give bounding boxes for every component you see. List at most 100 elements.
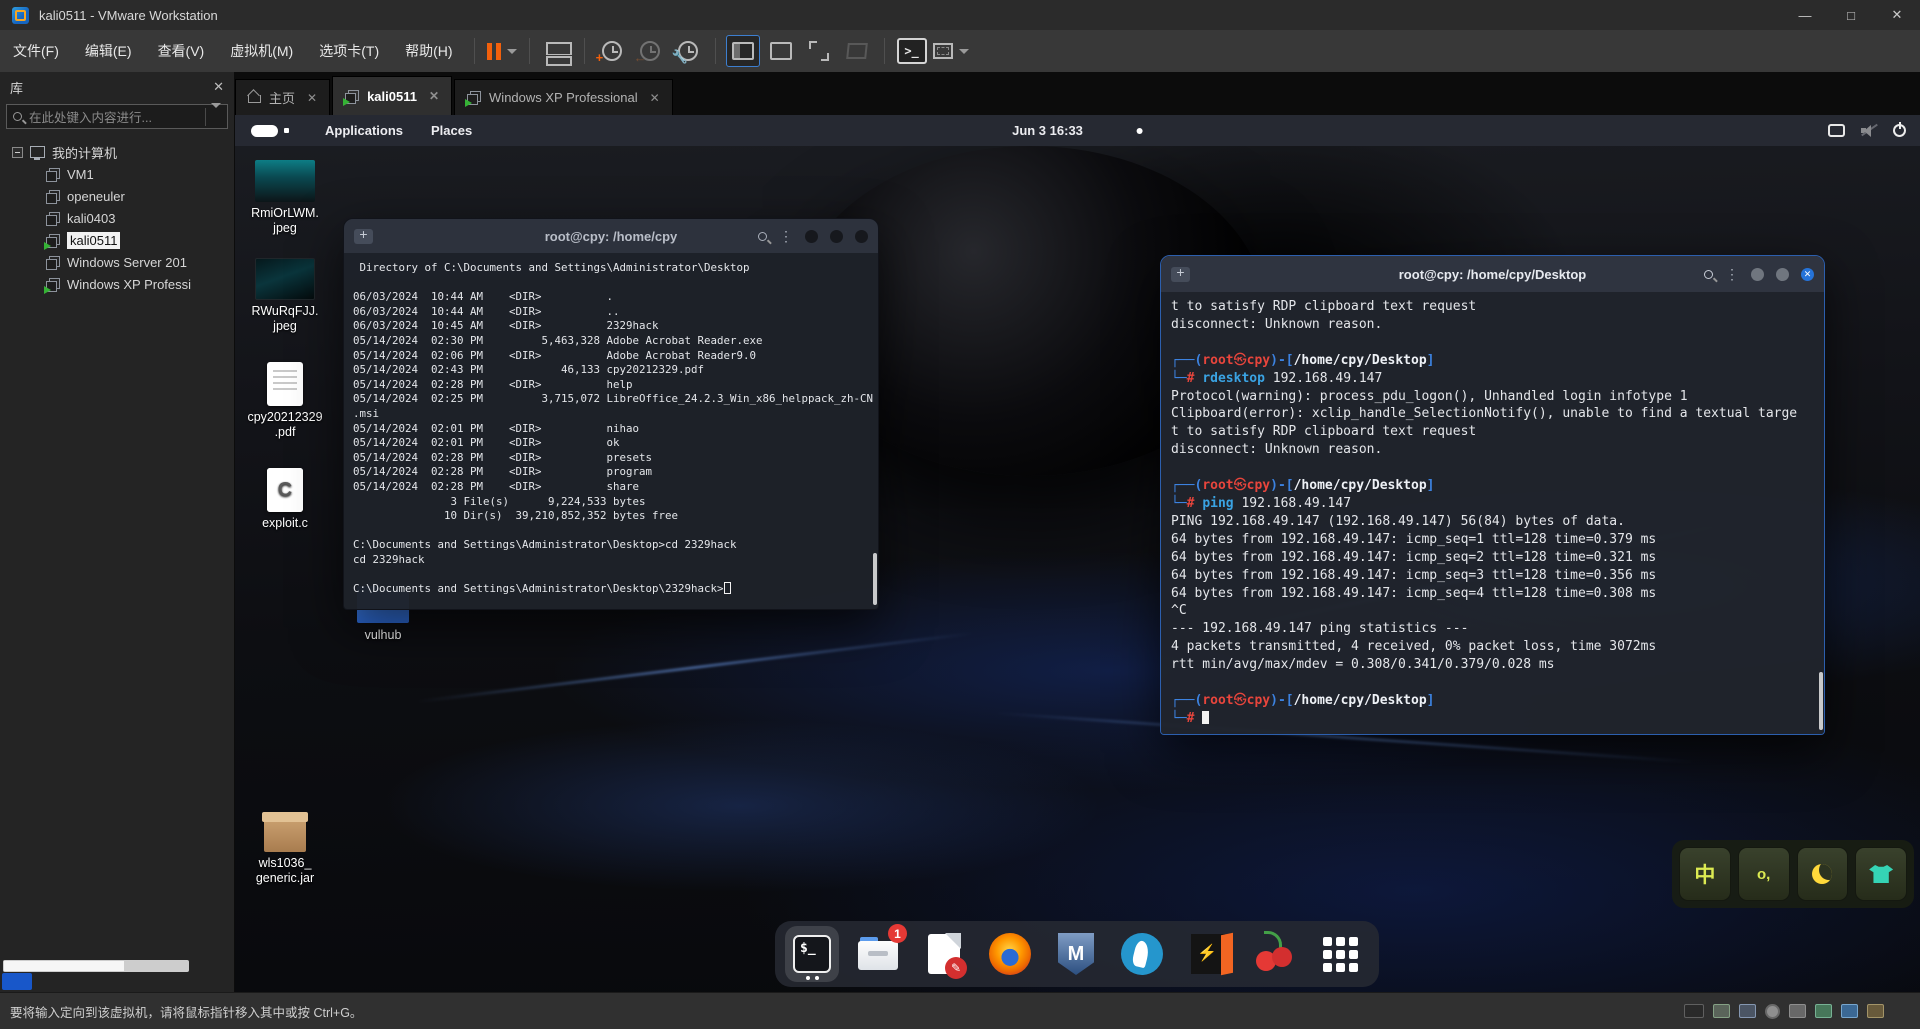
fit-guest-button[interactable] — [932, 35, 969, 67]
desktop-icon-rmiorlwm-jpeg[interactable]: RmiOrLWM. jpeg — [239, 160, 331, 236]
tree-node-my-computer[interactable]: 我的计算机 — [0, 141, 234, 163]
menu-tabs[interactable]: 选项卡(T) — [306, 30, 392, 72]
terminal-window-desktop[interactable]: root@cpy: /home/cpy/Desktop ⋮ ✕ t to sat… — [1160, 255, 1825, 735]
search-icon[interactable] — [1704, 269, 1713, 279]
desktop-icon-wls-jar[interactable]: wls1036_ generic.jar — [239, 812, 331, 886]
vm-display[interactable]: Applications Places Jun 3 16:33 RmiOrLWM… — [235, 115, 1920, 992]
tab-home[interactable]: 主页 ✕ — [235, 79, 331, 115]
applications-menu[interactable]: Applications — [311, 115, 417, 146]
scrollbar[interactable] — [873, 553, 877, 605]
tab-kali0511[interactable]: kali0511 ✕ — [332, 76, 453, 115]
dock-terminal[interactable]: $_ — [785, 926, 839, 982]
power-icon[interactable] — [1893, 122, 1906, 137]
play-icon — [465, 99, 473, 107]
tree-node-windows-xp[interactable]: Windows XP Professi — [0, 273, 234, 295]
clock-menu[interactable]: Jun 3 16:33 — [1012, 115, 1143, 146]
new-tab-icon[interactable] — [354, 226, 373, 244]
network-icon[interactable] — [1841, 1004, 1858, 1018]
dock-metasploit[interactable]: M — [1049, 926, 1103, 982]
kali-desktop[interactable]: RmiOrLWM. jpeg RWuRqFJJ. jpeg cpy2021232… — [235, 146, 1920, 992]
terminal-output[interactable]: t to satisfy RDP clipboard text request d… — [1161, 292, 1824, 734]
maximize-button[interactable] — [1776, 267, 1789, 281]
tab-windows-xp[interactable]: Windows XP Professional ✕ — [454, 79, 673, 115]
places-menu[interactable]: Places — [417, 115, 486, 146]
fullscreen-icon — [808, 41, 829, 61]
dock-app-grid[interactable] — [1313, 926, 1367, 982]
show-console-view-button[interactable] — [764, 35, 798, 67]
usb-icon[interactable] — [1815, 1004, 1832, 1018]
dock-cherrytree[interactable] — [1247, 926, 1301, 982]
fullscreen-button[interactable] — [802, 35, 836, 67]
close-icon[interactable]: ✕ — [429, 89, 439, 103]
ime-indicator-chip[interactable] — [2, 973, 32, 990]
desktop-icon-rwurqfjj-jpeg[interactable]: RWuRqFJJ. jpeg — [239, 258, 331, 334]
close-icon[interactable]: ✕ — [213, 79, 224, 95]
tree-node-vm1[interactable]: VM1 — [0, 163, 234, 185]
play-icon — [343, 97, 351, 106]
close-icon[interactable]: ✕ — [650, 91, 660, 105]
close-button[interactable]: ✕ — [1874, 0, 1920, 30]
tree-node-kali0403[interactable]: kali0403 — [0, 207, 234, 229]
show-library-button[interactable] — [725, 35, 760, 67]
toolbar-separator — [883, 38, 885, 64]
sound-icon[interactable] — [1867, 1004, 1884, 1018]
menu-kebab-icon[interactable]: ⋮ — [1725, 266, 1739, 283]
dock-burpsuite[interactable] — [1181, 926, 1235, 982]
close-button[interactable]: ✕ — [1801, 267, 1814, 281]
open-terminal-button[interactable]: >_ — [895, 35, 929, 67]
sidebar-horizontal-scrollbar[interactable] — [3, 960, 189, 972]
take-snapshot-button[interactable]: + — [595, 35, 629, 67]
menu-view[interactable]: 查看(V) — [145, 30, 218, 72]
manage-snapshots-button[interactable]: 🔧 — [671, 35, 705, 67]
search-icon[interactable] — [758, 231, 767, 241]
terminal-window-home[interactable]: root@cpy: /home/cpy ⋮ Directory of C:\Do… — [343, 218, 879, 610]
minimize-button[interactable] — [805, 229, 818, 243]
cdrom-icon[interactable] — [1765, 1003, 1780, 1019]
desktop-icon-cpy-pdf[interactable]: cpy20212329 .pdf — [239, 362, 331, 440]
keyboard-icon[interactable] — [1684, 1004, 1704, 1018]
close-button[interactable] — [855, 229, 868, 243]
collapse-icon[interactable] — [12, 146, 23, 158]
ime-chinese-mode-button[interactable]: 中 — [1679, 847, 1731, 901]
floppy-icon[interactable] — [1789, 1004, 1806, 1018]
system-tray[interactable] — [1828, 115, 1906, 146]
tree-node-kali0511[interactable]: kali0511 — [0, 229, 234, 251]
display-icon[interactable] — [1828, 124, 1845, 137]
terminal-titlebar[interactable]: root@cpy: /home/cpy ⋮ — [344, 219, 878, 253]
file-manager-icon — [858, 937, 898, 971]
scrollbar[interactable] — [1819, 672, 1823, 730]
menu-vm[interactable]: 虚拟机(M) — [217, 30, 306, 72]
library-search-input[interactable]: 在此处键入内容进行... — [6, 102, 228, 129]
suspend-vm-button[interactable] — [485, 35, 519, 67]
tree-node-openeuler[interactable]: openeuler — [0, 185, 234, 207]
ime-fullwidth-button[interactable]: o, — [1737, 847, 1790, 901]
shirt-icon — [1869, 865, 1894, 883]
terminal-titlebar[interactable]: root@cpy: /home/cpy/Desktop ⋮ ✕ — [1161, 256, 1824, 292]
dock-firefox[interactable] — [983, 926, 1037, 982]
menu-edit[interactable]: 编辑(E) — [72, 30, 145, 72]
chevron-down-icon — [205, 102, 221, 126]
menu-file[interactable]: 文件(F) — [0, 30, 72, 72]
audio-muted-icon[interactable] — [1861, 123, 1878, 137]
send-ctrl-alt-del-button[interactable] — [540, 35, 574, 67]
maximize-button[interactable]: □ — [1828, 0, 1874, 30]
unity-mode-button[interactable] — [840, 35, 874, 67]
revert-snapshot-button[interactable]: ← — [633, 35, 667, 67]
ime-night-mode-button[interactable] — [1796, 847, 1849, 901]
harddisk2-icon[interactable] — [1739, 1004, 1756, 1018]
ime-skin-button[interactable] — [1855, 847, 1907, 901]
tree-node-windows-server[interactable]: Windows Server 201 — [0, 251, 234, 273]
menu-help[interactable]: 帮助(H) — [392, 30, 465, 72]
dock-wireshark[interactable] — [1115, 926, 1169, 982]
new-tab-icon[interactable] — [1171, 264, 1190, 282]
desktop-icon-exploit-c[interactable]: exploit.c — [239, 468, 331, 531]
minimize-button[interactable]: — — [1782, 0, 1828, 30]
harddisk-icon[interactable] — [1713, 1004, 1730, 1018]
dock-file-manager[interactable]: 1 — [851, 924, 907, 982]
menu-kebab-icon[interactable]: ⋮ — [779, 228, 793, 245]
minimize-button[interactable] — [1751, 267, 1764, 281]
close-icon[interactable]: ✕ — [307, 91, 317, 105]
terminal-output[interactable]: Directory of C:\Documents and Settings\A… — [344, 253, 878, 609]
maximize-button[interactable] — [830, 229, 843, 243]
dock-text-editor[interactable]: ✎ — [917, 926, 971, 982]
